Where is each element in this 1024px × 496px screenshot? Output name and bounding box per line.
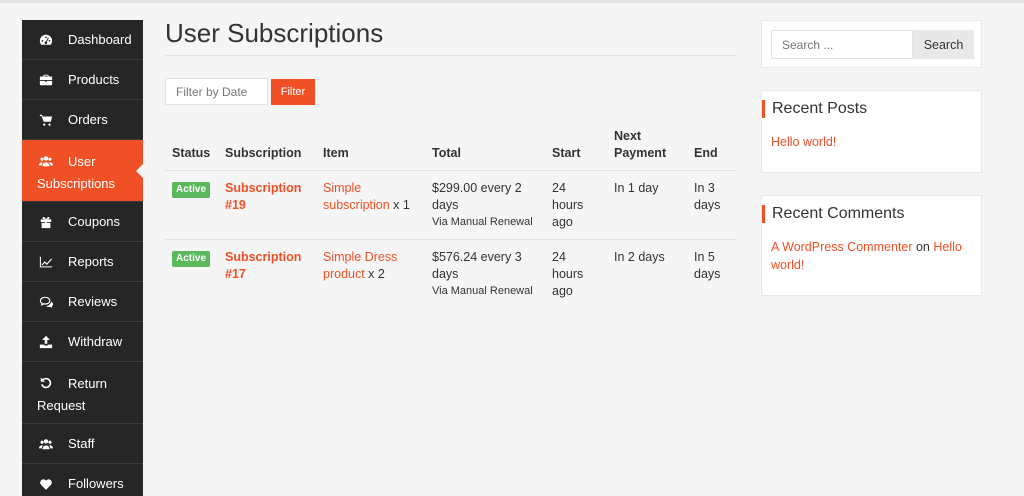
sidebar-item-label: Coupons xyxy=(68,214,121,229)
sidebar-item-return-request[interactable]: Return Request xyxy=(22,362,143,424)
recent-comment-entry: A WordPress Commenter on Hello world! xyxy=(762,223,981,274)
comment-author-link[interactable]: A WordPress Commenter xyxy=(771,240,912,254)
sidebar-item-label: Orders xyxy=(68,112,108,127)
gift-icon xyxy=(37,215,55,229)
start-cell: 24 hours ago xyxy=(552,250,584,298)
recent-comments-widget: Recent Comments A WordPress Commenter on… xyxy=(761,195,982,296)
column-header-subscription: Subscription xyxy=(218,124,316,171)
table-header-row: Status Subscription Item Total Start Nex… xyxy=(165,124,736,171)
item-cell: Simple subscription x 1 xyxy=(316,170,425,240)
briefcase-icon xyxy=(37,73,55,87)
dashboard-icon xyxy=(37,33,55,47)
sidebar-item-reports[interactable]: Reports xyxy=(22,242,143,282)
status-badge: Active xyxy=(172,251,211,267)
sidebar-item-staff[interactable]: Staff xyxy=(22,424,143,464)
sidebar-item-user-subscriptions[interactable]: User Subscriptions xyxy=(22,140,143,202)
status-cell: Active xyxy=(165,170,218,240)
subscription-cell: Subscription #17 xyxy=(218,240,316,309)
status-cell: Active xyxy=(165,240,218,309)
sidebar-item-reviews[interactable]: Reviews xyxy=(22,282,143,322)
item-quantity: x 1 xyxy=(389,198,410,212)
search-button[interactable]: Search xyxy=(913,30,974,59)
subscriptions-table: Status Subscription Item Total Start Nex… xyxy=(165,124,736,308)
subscription-cell: Subscription #19 xyxy=(218,170,316,240)
column-header-status: Status xyxy=(165,124,218,171)
sidebar-item-withdraw[interactable]: Withdraw xyxy=(22,322,143,362)
sidebar-item-dashboard[interactable]: Dashboard xyxy=(22,20,143,60)
sidebar-item-label: Reviews xyxy=(68,294,118,309)
renewal-method: Via Manual Renewal xyxy=(432,216,533,228)
sidebar-item-label: Dashboard xyxy=(68,32,132,47)
total-amount: $299.00 every 2 days xyxy=(432,181,522,212)
item-cell: Simple Dress product x 2 xyxy=(316,240,425,309)
end-cell: In 5 days xyxy=(694,250,721,281)
sidebar-item-orders[interactable]: Orders xyxy=(22,100,143,140)
page-title: User Subscriptions xyxy=(165,18,384,48)
sidebar-item-label: Staff xyxy=(68,436,95,451)
line-chart-icon xyxy=(37,255,55,269)
sidebar-item-followers[interactable]: Followers xyxy=(22,464,143,496)
recent-posts-title: Recent Posts xyxy=(762,100,981,118)
sidebar-item-coupons[interactable]: Coupons xyxy=(22,202,143,242)
item-quantity: x 2 xyxy=(364,267,385,281)
search-widget: Search xyxy=(761,20,982,68)
search-input[interactable] xyxy=(771,30,913,59)
comments-icon xyxy=(37,295,55,309)
sidebar-item-label: Reports xyxy=(68,254,114,269)
recent-comments-title: Recent Comments xyxy=(762,205,981,223)
table-row: Active Subscription #19 Simple subscript… xyxy=(165,170,736,240)
recent-post-link[interactable]: Hello world! xyxy=(771,135,836,149)
total-amount: $576.24 every 3 days xyxy=(432,250,522,281)
subscription-link[interactable]: Subscription #19 xyxy=(225,181,301,212)
next-payment-cell: In 2 days xyxy=(614,250,665,264)
users-icon xyxy=(37,437,55,451)
status-badge: Active xyxy=(172,182,211,198)
filter-date-input[interactable] xyxy=(165,78,268,105)
recent-posts-widget: Recent Posts Hello world! xyxy=(761,90,982,173)
next-payment-cell: In 1 day xyxy=(607,170,687,240)
cart-icon xyxy=(37,113,55,127)
comment-on-text: on xyxy=(912,240,934,254)
title-divider xyxy=(165,55,736,56)
total-cell: $299.00 every 2 days Via Manual Renewal xyxy=(425,170,545,240)
sidebar-item-label: Products xyxy=(68,72,120,87)
dashboard-sidebar: Dashboard Products Orders User Subscript… xyxy=(22,20,143,496)
top-border xyxy=(0,0,1024,3)
upload-icon xyxy=(37,335,55,349)
renewal-method: Via Manual Renewal xyxy=(432,285,533,297)
column-header-item: Item xyxy=(316,124,425,171)
column-header-start: Start xyxy=(545,124,607,171)
column-header-end: End xyxy=(687,124,736,171)
column-header-total: Total xyxy=(425,124,545,171)
item-link[interactable]: Simple Dress product xyxy=(323,250,397,281)
filter-button[interactable]: Filter xyxy=(271,79,315,105)
end-cell: In 3 days xyxy=(687,170,736,240)
start-cell: 24 hours ago xyxy=(545,170,607,240)
column-header-next-payment: Next Payment xyxy=(607,124,687,171)
item-link[interactable]: Simple subscription xyxy=(323,181,390,212)
heart-icon xyxy=(37,477,55,491)
users-icon xyxy=(37,154,55,168)
subscription-link[interactable]: Subscription #17 xyxy=(225,250,301,281)
table-row: Active Subscription #17 Simple Dress pro… xyxy=(165,240,736,309)
sidebar-item-products[interactable]: Products xyxy=(22,60,143,100)
undo-icon xyxy=(37,376,55,390)
total-cell: $576.24 every 3 days Via Manual Renewal xyxy=(425,240,545,309)
sidebar-item-label: Withdraw xyxy=(68,334,123,349)
sidebar-item-label: Followers xyxy=(68,476,124,491)
